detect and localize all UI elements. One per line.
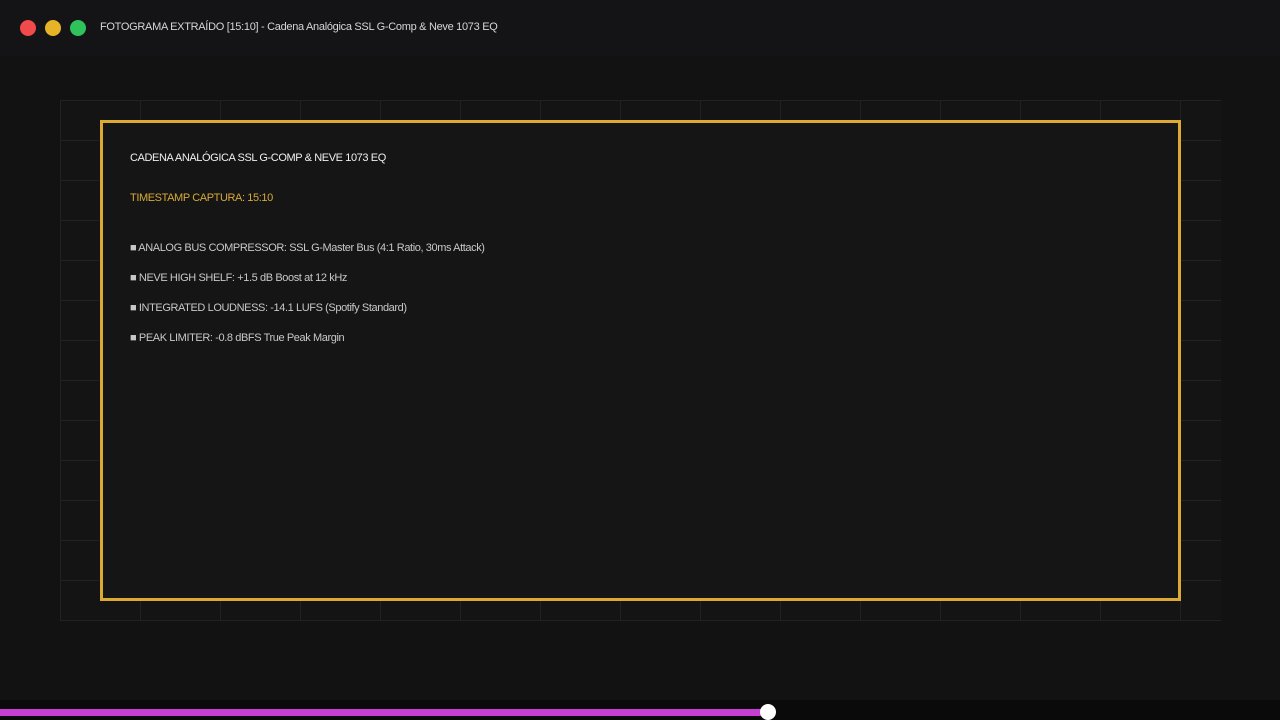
title-bar: FOTOGRAMA EXTRAÍDO [15:10] - Cadena Anal… (0, 0, 1280, 56)
list-item-bus-compressor: ■ ANALOG BUS COMPRESSOR: SSL G-Master Bu… (130, 242, 485, 254)
list-item-peak-limiter: ■ PEAK LIMITER: -0.8 dBFS True Peak Marg… (130, 332, 345, 344)
list-item-high-shelf: ■ NEVE HIGH SHELF: +1.5 dB Boost at 12 k… (130, 272, 347, 284)
frame-title: CADENA ANALÓGICA SSL G-COMP & NEVE 1073 … (130, 152, 386, 164)
settings-list: ■ ANALOG BUS COMPRESSOR: SSL G-Master Bu… (130, 242, 485, 362)
minimize-button[interactable] (45, 20, 61, 36)
extracted-frame-panel: CADENA ANALÓGICA SSL G-COMP & NEVE 1073 … (100, 120, 1181, 601)
playback-progress-bar[interactable] (0, 700, 1280, 720)
window-title: FOTOGRAMA EXTRAÍDO [15:10] - Cadena Anal… (100, 21, 498, 33)
progress-handle[interactable] (760, 704, 776, 720)
maximize-button[interactable] (70, 20, 86, 36)
capture-timestamp: TIMESTAMP CAPTURA: 15:10 (130, 192, 273, 204)
list-item-loudness: ■ INTEGRATED LOUDNESS: -14.1 LUFS (Spoti… (130, 302, 407, 314)
progress-fill (0, 709, 768, 716)
close-button[interactable] (20, 20, 36, 36)
